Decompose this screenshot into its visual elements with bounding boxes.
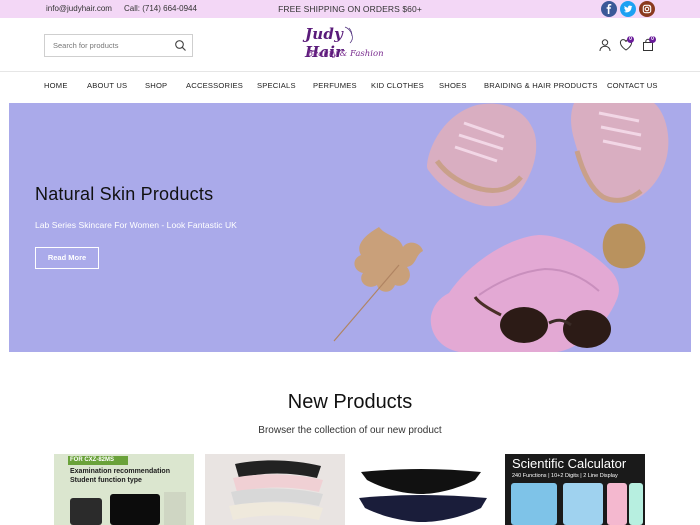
facebook-icon[interactable] [601, 1, 617, 17]
site-logo[interactable]: Judy Hair Beauty & Fashion [305, 25, 385, 65]
product-card-4[interactable]: Scientific Calculator 240 Functions | 10… [505, 454, 645, 525]
product-card-2[interactable] [205, 454, 345, 525]
shipping-promo: FREE SHIPPING ON ORDERS $60+ [278, 4, 422, 14]
nav-perfumes[interactable]: PERFUMES [313, 81, 357, 90]
instagram-icon[interactable] [639, 1, 655, 17]
nav-accessories[interactable]: ACCESSORIES [186, 81, 243, 90]
search-icon[interactable] [174, 39, 187, 52]
product-card-1[interactable]: FOR CXZ-82MS Examination recommendation … [54, 454, 194, 525]
account-icon[interactable] [598, 38, 612, 52]
product-line-1: Examination recommendation [70, 468, 170, 475]
nav-shoes[interactable]: SHOES [439, 81, 467, 90]
read-more-button[interactable]: Read More [35, 247, 99, 269]
main-navigation: HOME ABOUT US SHOP ACCESSORIES SPECIALS … [0, 73, 700, 97]
product-line-2: Student function type [70, 477, 142, 484]
search-box [44, 34, 193, 57]
nav-contact-us[interactable]: CONTACT US [607, 81, 658, 90]
product-title: Scientific Calculator [512, 456, 627, 471]
product-tag: FOR CXZ-82MS [70, 457, 115, 463]
nav-specials[interactable]: SPECIALS [257, 81, 296, 90]
hero-title: Natural Skin Products [35, 184, 214, 204]
nav-kid-clothes[interactable]: KID CLOTHES [371, 81, 424, 90]
new-products-heading: New Products [287, 391, 413, 413]
search-input[interactable] [45, 35, 170, 56]
new-products-subtitle: Browser the collection of our new produc… [258, 425, 442, 436]
product-image [359, 469, 487, 522]
nav-braiding-hair-products[interactable]: BRAIDING & HAIR PRODUCTS [484, 81, 598, 90]
product-subtitle: 240 Functions | 10+2 Digits | 2 Line Dis… [512, 473, 618, 479]
twitter-icon[interactable] [620, 1, 636, 17]
nav-home[interactable]: HOME [44, 81, 68, 90]
product-card-3[interactable] [355, 454, 495, 525]
wishlist-count-badge: 0 [627, 36, 634, 43]
hero-banner: Natural Skin Products Lab Series Skincar… [9, 103, 691, 352]
cart-count-badge: 0 [649, 36, 656, 43]
hero-subtitle: Lab Series Skincare For Women - Look Fan… [35, 220, 237, 230]
site-header: Judy Hair Beauty & Fashion 0 0 [0, 18, 700, 72]
product-image [229, 460, 323, 520]
logo-tagline: Beauty & Fashion [307, 49, 384, 59]
nav-about-us[interactable]: ABOUT US [87, 81, 127, 90]
top-bar: info@judyhair.com Call: (714) 664-0944 F… [0, 0, 700, 18]
nav-shop[interactable]: SHOP [145, 81, 167, 90]
